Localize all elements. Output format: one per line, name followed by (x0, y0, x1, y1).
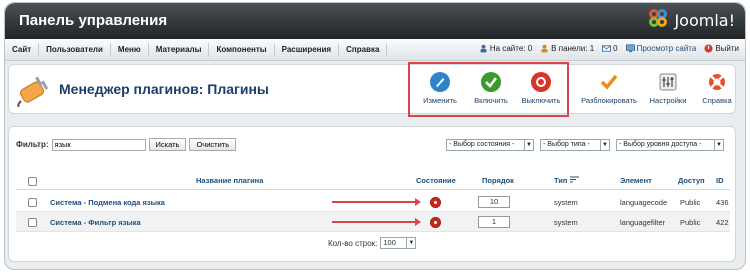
col-type-header[interactable]: Тип (554, 176, 579, 185)
in-panel-status: В панели: 1 (540, 44, 594, 53)
type-select[interactable]: - Выбор типа - ▼ (540, 139, 610, 151)
logout-text: Выйти (715, 44, 739, 53)
type-cell: system (554, 218, 578, 227)
row-checkbox[interactable] (28, 198, 37, 207)
rows-count-value: 100 (383, 238, 396, 247)
status-area: На сайте: 0 В панели: 1 0 Просмотр сайта… (479, 44, 739, 53)
menu-item-users[interactable]: Пользователи (39, 42, 111, 57)
type-select-value: - Выбор типа - (543, 141, 590, 148)
logout-link[interactable]: Выйти (704, 44, 739, 53)
menu-item-help[interactable]: Справка (339, 42, 388, 57)
view-site-text: Просмотр сайта (636, 44, 697, 53)
col-id-header[interactable]: ID (716, 176, 724, 185)
element-cell: languagefilter (620, 218, 666, 227)
menu-item-site[interactable]: Сайт (5, 42, 40, 57)
filter-bar: Фильтр: Искать Очистить (16, 138, 237, 151)
id-cell: 422 (716, 218, 729, 227)
search-button[interactable]: Искать (148, 138, 187, 151)
state-select[interactable]: - Выбор состояния - ▼ (446, 139, 534, 151)
users-icon (480, 44, 487, 53)
row-checkbox[interactable] (28, 218, 37, 227)
state-select-value: - Выбор состояния - (449, 141, 515, 148)
menu-item-content[interactable]: Материалы (149, 42, 210, 57)
plugin-name-link[interactable]: Система - Подмена кода языка (50, 198, 165, 207)
logo-text: Joomla! (674, 10, 735, 30)
disabled-state-icon[interactable] (430, 217, 441, 228)
col-element-header[interactable]: Элемент (620, 176, 652, 185)
order-input[interactable]: 10 (478, 196, 510, 208)
checkin-icon (599, 72, 619, 92)
messages-status[interactable]: 0 (602, 44, 618, 53)
pagination: Кол-во строк: 100 ▼ (328, 237, 417, 249)
mail-icon (602, 45, 612, 52)
options-button[interactable]: Настройки (643, 70, 693, 105)
col-state-header[interactable]: Состояние (416, 176, 456, 185)
rows-count-label: Кол-во строк: (328, 238, 378, 248)
col-name-header[interactable]: Название плагина (196, 176, 263, 185)
filter-input[interactable] (51, 138, 146, 151)
sort-icon (569, 176, 579, 183)
access-select[interactable]: - Выбор уровня доступа - ▼ (616, 139, 724, 151)
col-access-header[interactable]: Доступ (678, 176, 705, 185)
plugin-name-link[interactable]: Система - Фильтр языка (50, 218, 141, 227)
chevron-down-icon: ▼ (714, 140, 723, 150)
joomla-logo-icon (649, 9, 671, 31)
annotation-arrow (332, 198, 421, 206)
id-cell: 436 (716, 198, 729, 207)
main-menu: Сайт Пользователи Меню Материалы Компоне… (5, 39, 745, 61)
chevron-down-icon: ▼ (406, 238, 415, 248)
select-all-checkbox[interactable] (28, 177, 37, 186)
joomla-logo: Joomla! (649, 9, 735, 31)
options-icon (658, 72, 678, 92)
on-site-text: На сайте: 0 (489, 44, 533, 53)
order-input[interactable]: 1 (478, 216, 510, 228)
unlock-label: Разблокировать (581, 96, 637, 105)
toolbar-title: Менеджер плагинов: Плагины (59, 81, 269, 97)
access-select-value: - Выбор уровня доступа - (619, 141, 702, 148)
help-button[interactable]: Справка (692, 70, 742, 105)
admin-users-icon (541, 44, 548, 53)
access-cell[interactable]: Public (680, 198, 700, 207)
help-label: Справка (702, 96, 732, 105)
view-site-link[interactable]: Просмотр сайта (625, 44, 697, 53)
menu-item-components[interactable]: Компоненты (209, 42, 275, 57)
filter-label: Фильтр: (16, 140, 49, 149)
header-bar: Панель управления Joomla! (5, 3, 745, 39)
plugin-plug-icon (17, 76, 49, 107)
page-title: Панель управления (19, 12, 168, 29)
power-icon (704, 44, 713, 53)
chevron-down-icon: ▼ (524, 140, 533, 150)
help-lifebuoy-icon (707, 72, 727, 92)
annotation-arrow (332, 218, 421, 226)
on-site-status: На сайте: 0 (479, 44, 532, 53)
col-order-header[interactable]: Порядок (482, 176, 514, 185)
rows-count-select[interactable]: 100 ▼ (380, 237, 417, 249)
element-cell: languagecode (620, 198, 668, 207)
table-header: Название плагина Состояние Порядок Тип Э… (16, 173, 730, 190)
menu-item-extensions[interactable]: Расширения (275, 42, 340, 57)
monitor-icon (625, 44, 635, 53)
unlock-button[interactable]: Разблокировать (579, 70, 639, 105)
clear-button[interactable]: Очистить (189, 138, 237, 151)
access-cell[interactable]: Public (680, 218, 700, 227)
chevron-down-icon: ▼ (600, 140, 609, 150)
disabled-state-icon[interactable] (430, 197, 441, 208)
options-label: Настройки (649, 96, 687, 105)
highlight-box (408, 62, 569, 117)
toolbar: Менеджер плагинов: Плагины Изменить Вклю… (8, 64, 736, 114)
in-panel-text: В панели: 1 (551, 44, 595, 53)
col-type-label: Тип (554, 176, 568, 185)
menu-item-menus[interactable]: Меню (111, 42, 149, 57)
type-cell: system (554, 198, 578, 207)
messages-count: 0 (613, 44, 618, 53)
